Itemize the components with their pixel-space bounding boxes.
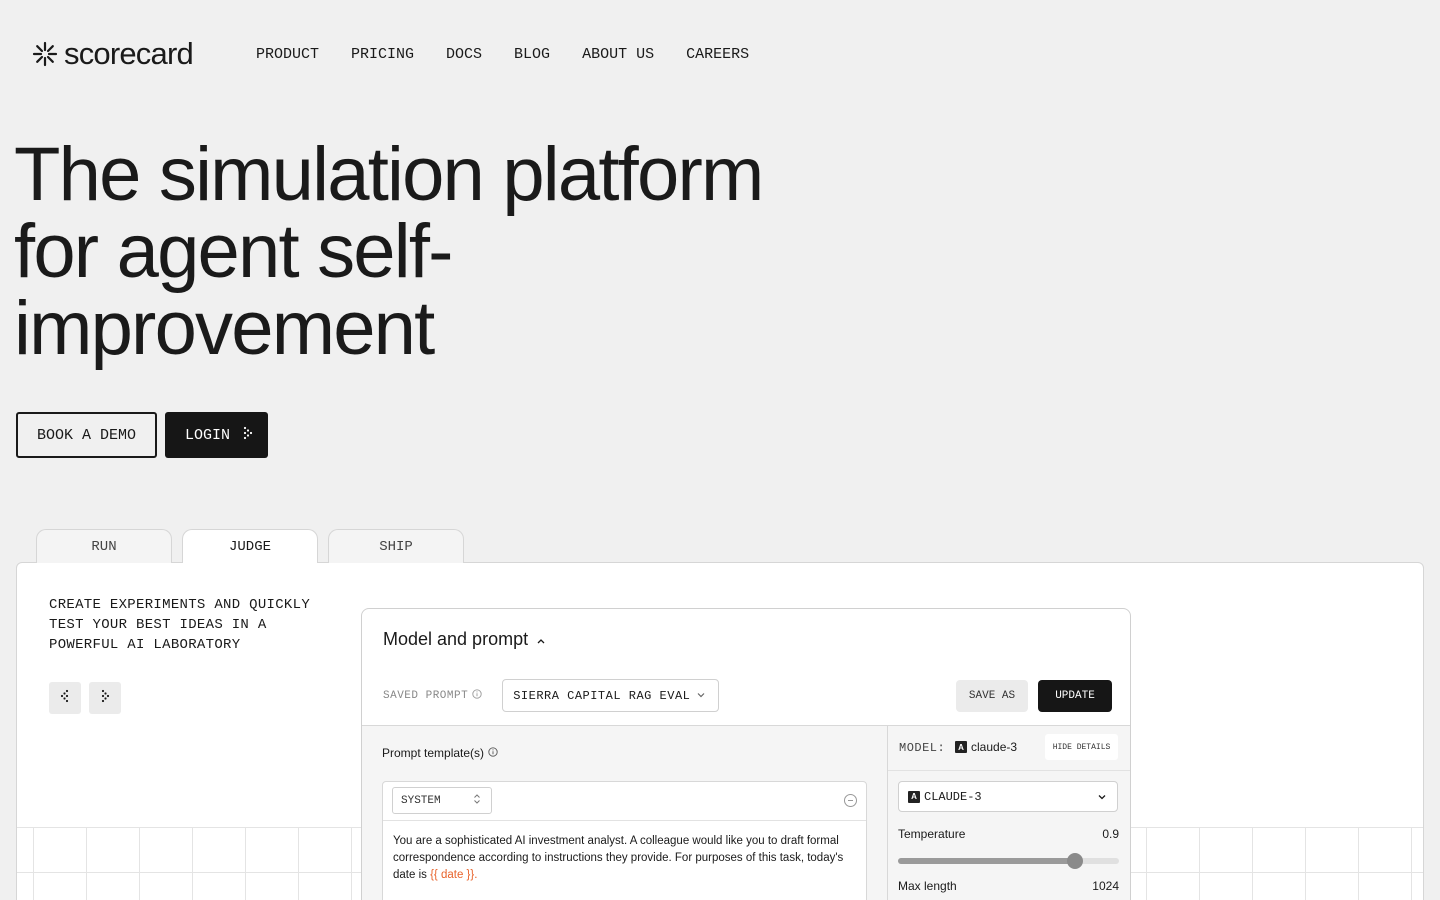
info-icon: [488, 746, 498, 760]
nav-blog[interactable]: BLOG: [514, 46, 550, 63]
model-settings-pane: MODEL: A claude-3 HIDE DETAILS A CLAUDE-…: [887, 725, 1130, 900]
chevron-down-icon: [1097, 788, 1107, 806]
message-box: SYSTEM You are a sophisticated AI invest…: [382, 781, 867, 900]
save-as-button[interactable]: SAVE AS: [956, 680, 1028, 712]
temperature-value: 0.9: [1102, 827, 1119, 841]
card-header[interactable]: Model and prompt: [383, 629, 546, 650]
message-header: SYSTEM: [383, 782, 866, 821]
role-select[interactable]: SYSTEM: [392, 787, 492, 814]
model-header: MODEL: A claude-3 HIDE DETAILS: [888, 726, 1130, 771]
model-prompt-card: Model and prompt SAVED PROMPT SIERRA CAP…: [361, 608, 1131, 900]
info-icon: [472, 688, 482, 703]
hero-title-line-2: for agent self-: [14, 209, 453, 294]
prompt-templates-label: Prompt template(s): [382, 746, 498, 760]
hide-details-button[interactable]: HIDE DETAILS: [1045, 734, 1118, 760]
max-length-label: Max length: [898, 879, 957, 893]
temperature-slider-fill: [898, 858, 1075, 864]
brand-logo[interactable]: scorecard: [32, 36, 194, 72]
tab-run[interactable]: RUN: [36, 529, 172, 563]
book-demo-button[interactable]: BOOK A DEMO: [16, 412, 158, 458]
temperature-label: Temperature: [898, 827, 966, 841]
nav-product[interactable]: PRODUCT: [256, 46, 319, 63]
nav-docs[interactable]: DOCS: [446, 46, 482, 63]
temperature-row: Temperature 0.9: [898, 827, 1119, 841]
role-value: SYSTEM: [401, 794, 441, 807]
panel-description: CREATE EXPERIMENTS AND QUICKLY TEST YOUR…: [49, 597, 311, 653]
brand-name: scorecard: [64, 36, 194, 71]
model-label: MODEL:: [899, 741, 946, 755]
asterisk-logo-icon: [32, 41, 58, 67]
hero-title: The simulation platform for agent self- …: [14, 136, 914, 367]
saved-prompt-row: SAVED PROMPT SIERRA CAPITAL RAG EVAL: [383, 679, 720, 712]
model-name-text: claude-3: [971, 740, 1018, 754]
anthropic-icon: A: [908, 790, 920, 803]
chevron-up-down-icon: [473, 793, 481, 809]
book-demo-label: BOOK A DEMO: [37, 426, 137, 444]
max-length-value: 1024: [1092, 879, 1119, 893]
chevron-down-icon: [696, 689, 706, 703]
nav-careers[interactable]: CAREERS: [686, 46, 749, 63]
model-name: A claude-3: [955, 740, 1017, 754]
temperature-slider-thumb[interactable]: [1066, 853, 1083, 869]
nav-about-us[interactable]: ABOUT US: [582, 46, 654, 63]
dotted-arrow-right-icon: [242, 426, 254, 445]
model-select-value: A CLAUDE-3: [908, 790, 982, 804]
login-button[interactable]: LOGIN: [165, 412, 269, 458]
max-length-row: Max length 1024: [898, 879, 1119, 893]
saved-prompt-label-text: SAVED PROMPT: [383, 689, 469, 702]
nav-pricing[interactable]: PRICING: [351, 46, 414, 63]
login-label: LOGIN: [185, 426, 231, 444]
temperature-slider[interactable]: [898, 853, 1119, 869]
message-text[interactable]: You are a sophisticated AI investment an…: [383, 821, 866, 896]
dotted-arrow-right-icon: [100, 689, 110, 708]
saved-prompt-label: SAVED PROMPT: [383, 688, 482, 703]
feature-panel: CREATE EXPERIMENTS AND QUICKLY TEST YOUR…: [16, 562, 1424, 900]
previous-button[interactable]: [49, 682, 81, 714]
dotted-arrow-left-icon: [60, 689, 70, 708]
tab-judge[interactable]: JUDGE: [182, 529, 318, 563]
card-title: Model and prompt: [383, 629, 529, 649]
next-button[interactable]: [89, 682, 121, 714]
prompt-templates-label-text: Prompt template(s): [382, 746, 485, 760]
prompt-template-pane: Prompt template(s) SYSTEM You are a soph…: [362, 725, 887, 900]
model-select[interactable]: A CLAUDE-3: [898, 781, 1118, 812]
saved-prompt-value: SIERRA CAPITAL RAG EVAL: [513, 688, 691, 703]
main-nav: PRODUCT PRICING DOCS BLOG ABOUT US CAREE…: [256, 46, 749, 63]
cta-row: BOOK A DEMO LOGIN: [16, 412, 269, 458]
anthropic-icon: A: [955, 741, 967, 753]
hero-title-line-3: improvement: [14, 286, 435, 371]
message-end: .: [474, 869, 478, 881]
tab-ship[interactable]: SHIP: [328, 529, 464, 563]
saved-prompt-select[interactable]: SIERRA CAPITAL RAG EVAL: [502, 679, 720, 712]
feature-tabs: RUN JUDGE SHIP: [36, 529, 464, 563]
hero-title-line-1: The simulation platform: [14, 132, 764, 217]
update-button[interactable]: UPDATE: [1038, 680, 1112, 712]
site-header: scorecard PRODUCT PRICING DOCS BLOG ABOU…: [32, 34, 749, 74]
carousel-controls: [49, 682, 121, 714]
chevron-up-icon: [536, 629, 546, 650]
template-variable: {{ date }}: [430, 869, 475, 881]
remove-message-icon[interactable]: [844, 794, 857, 807]
model-select-text: CLAUDE-3: [924, 789, 982, 804]
